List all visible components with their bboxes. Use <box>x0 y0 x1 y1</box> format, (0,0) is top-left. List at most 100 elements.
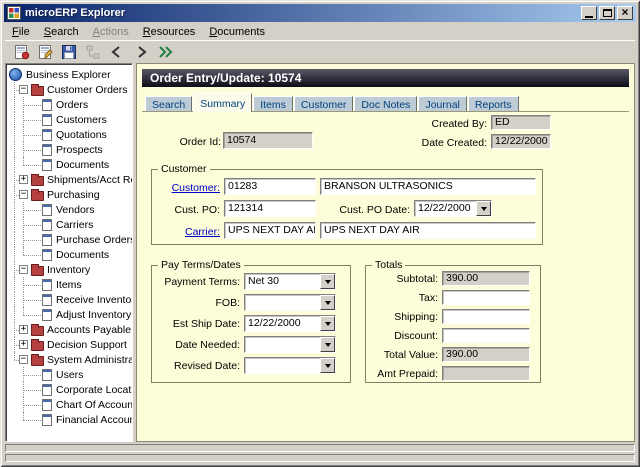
payment-terms-combo[interactable]: Net 30 <box>244 273 336 290</box>
tree-item-adjust-inventory[interactable]: Adjust Inventory <box>6 307 132 322</box>
fob-combo[interactable] <box>244 294 336 311</box>
collapse-toggle-icon[interactable]: − <box>19 85 28 94</box>
back-button[interactable] <box>106 42 128 62</box>
tree-connector <box>9 172 19 187</box>
tax-field[interactable] <box>442 290 530 305</box>
chevron-down-icon[interactable] <box>476 201 491 216</box>
created-by-field[interactable]: ED <box>491 115 551 130</box>
menu-actions[interactable]: Actions <box>86 24 136 40</box>
tree-item-receive-inventory[interactable]: Receive Inventory <box>6 292 132 307</box>
tab-search[interactable]: Search <box>145 96 193 112</box>
tab-customer[interactable]: Customer <box>293 96 354 112</box>
tree-node-inventory[interactable]: − Inventory <box>6 262 132 277</box>
tree-item-label: Financial Account <box>56 413 132 426</box>
tree-connector <box>9 82 19 97</box>
tree-root-label: Business Explorer <box>26 68 111 81</box>
carrier-name-field[interactable]: UPS NEXT DAY AIR <box>320 222 536 239</box>
shipping-field[interactable] <box>442 309 530 324</box>
total-value-field[interactable]: 390.00 <box>442 347 530 362</box>
expand-toggle-icon[interactable]: + <box>19 325 28 334</box>
forward-double-button[interactable] <box>154 42 176 62</box>
tree-root[interactable]: Business Explorer <box>6 67 132 82</box>
tree-node-accounts-payable[interactable]: + Accounts Payable <box>6 322 132 337</box>
maximize-button[interactable] <box>599 6 615 20</box>
tree-item-prospects[interactable]: Prospects <box>6 142 132 157</box>
cust-po-date-combo[interactable]: 12/22/2000 <box>414 200 492 217</box>
menu-search[interactable]: Search <box>37 24 86 40</box>
tree-item-documents[interactable]: Documents <box>6 247 132 262</box>
forward-button[interactable] <box>130 42 152 62</box>
customer-name-field[interactable]: BRANSON ULTRASONICS <box>320 178 536 195</box>
est-ship-date-combo[interactable]: 12/22/2000 <box>244 315 336 332</box>
tree-node-customer-orders[interactable]: − Customer Orders <box>6 82 132 97</box>
tree-node-shipments-acct-receiv[interactable]: + Shipments/Acct Receiv <box>6 172 132 187</box>
date-needed-combo[interactable] <box>244 336 336 353</box>
carrier-link[interactable]: Carrier: <box>152 226 220 238</box>
tree-item-corporate-location[interactable]: Corporate Location <box>6 382 132 397</box>
created-by-label: Created By: <box>431 118 487 130</box>
chevron-down-icon[interactable] <box>320 358 335 373</box>
tree-item-chart-of-accounts[interactable]: Chart Of Accounts <box>6 397 132 412</box>
menu-resources[interactable]: Resources <box>136 24 203 40</box>
tree-connector <box>19 232 42 247</box>
menu-file[interactable]: File <box>5 24 37 40</box>
collapse-toggle-icon[interactable]: − <box>19 265 28 274</box>
edit-record-button[interactable] <box>34 42 56 62</box>
tree-item-orders[interactable]: Orders <box>6 97 132 112</box>
tree-item-vendors[interactable]: Vendors <box>6 202 132 217</box>
chevron-down-icon[interactable] <box>320 316 335 331</box>
chevron-down-icon[interactable] <box>320 274 335 289</box>
discount-field[interactable] <box>442 328 530 343</box>
save-button[interactable] <box>58 42 80 62</box>
tree-item-purchase-orders[interactable]: Purchase Orders <box>6 232 132 247</box>
carrier-code-field[interactable]: UPS NEXT DAY AIR <box>224 222 316 239</box>
field-label: Payment Terms: <box>164 275 240 288</box>
window-controls <box>581 6 633 20</box>
amt-prepaid-field[interactable] <box>442 366 530 381</box>
tab-journal[interactable]: Journal <box>418 96 467 112</box>
tree-node-decision-support[interactable]: + Decision Support <box>6 337 132 352</box>
tab-reports[interactable]: Reports <box>467 96 519 112</box>
expand-toggle-icon[interactable]: + <box>19 175 28 184</box>
totals-group-title: Totals <box>372 259 406 271</box>
tree-item-quotations[interactable]: Quotations <box>6 127 132 142</box>
revised-date-combo[interactable] <box>244 357 336 374</box>
collapse-toggle-icon[interactable]: − <box>19 355 28 364</box>
tree-item-users[interactable]: Users <box>6 367 132 382</box>
tab-doc-notes[interactable]: Doc Notes <box>354 96 418 112</box>
toolbar <box>5 40 635 63</box>
chevron-down-icon[interactable] <box>320 337 335 352</box>
tree-node-purchasing[interactable]: − Purchasing <box>6 187 132 202</box>
tab-summary[interactable]: Summary <box>193 93 253 112</box>
tab-items[interactable]: Items <box>253 96 293 112</box>
tree-item-financial-account[interactable]: Financial Account <box>6 412 132 427</box>
field-label: Amt Prepaid: <box>377 367 438 380</box>
tree-guide <box>9 307 19 322</box>
tree-node-system-administration[interactable]: − System Administration <box>6 352 132 367</box>
network-button[interactable] <box>82 42 104 62</box>
form-icon <box>42 233 52 246</box>
panel-header: Order Entry/Update: 10574 <box>142 69 629 87</box>
customer-groupbox: Customer Customer: 01283 BRANSON ULTRASO… <box>151 163 543 245</box>
expand-toggle-icon[interactable]: + <box>19 340 28 349</box>
field-label: Discount: <box>394 329 438 342</box>
customer-link[interactable]: Customer: <box>152 182 220 194</box>
subtotal-field[interactable]: 390.00 <box>442 271 530 286</box>
chevron-down-icon[interactable] <box>320 295 335 310</box>
new-record-button[interactable] <box>10 42 32 62</box>
collapse-toggle-icon[interactable]: − <box>19 190 28 199</box>
menu-bar: File Search Actions Resources Documents <box>5 23 635 40</box>
tree-node-label: Accounts Payable <box>47 323 132 336</box>
minimize-button[interactable] <box>581 6 597 20</box>
order-id-field[interactable]: 10574 <box>223 132 313 149</box>
menu-documents[interactable]: Documents <box>202 24 272 40</box>
customer-code-field[interactable]: 01283 <box>224 178 316 195</box>
tree-item-carriers[interactable]: Carriers <box>6 217 132 232</box>
tree-connector <box>19 217 42 232</box>
date-created-field[interactable]: 12/22/2000 <box>491 134 551 149</box>
title-bar[interactable]: microERP Explorer <box>4 4 636 22</box>
tree-item-items[interactable]: Items <box>6 277 132 292</box>
tree-item-documents[interactable]: Documents <box>6 157 132 172</box>
close-button[interactable] <box>617 6 633 20</box>
tree-item-customers[interactable]: Customers <box>6 112 132 127</box>
